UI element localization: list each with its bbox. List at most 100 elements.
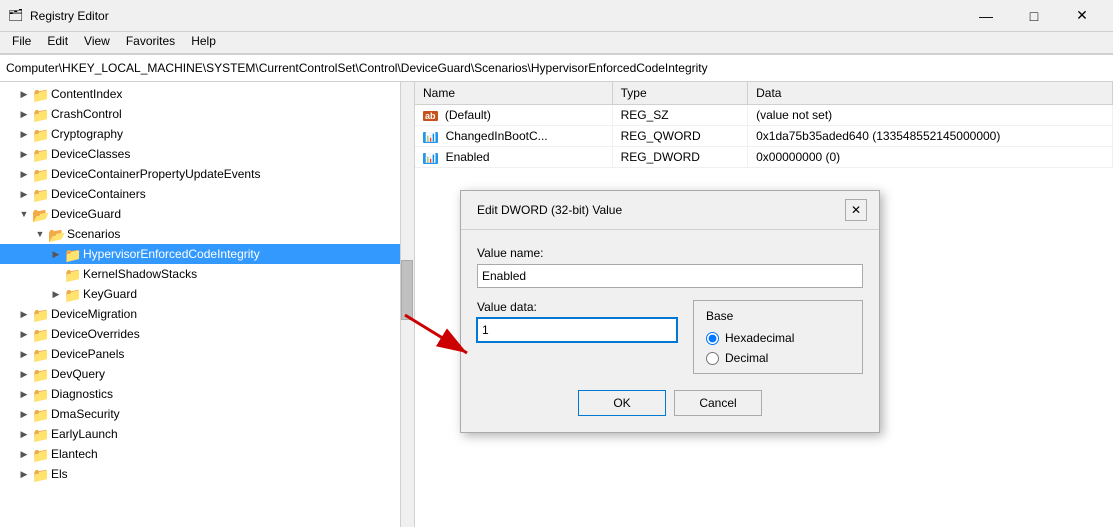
tree-label: CrashControl [51,107,122,121]
menu-file[interactable]: File [4,32,39,53]
col-header-name: Name [415,82,612,104]
tree-panel: ▶ 📁 ContentIndex ▶ 📁 CrashControl ▶ 📁 Cr… [0,82,415,527]
tree-item-deviceguard[interactable]: ▼ 📂 DeviceGuard [0,204,414,224]
table-row[interactable]: 📊 Enabled REG_DWORD 0x00000000 (0) [415,146,1113,167]
tree-label: Els [51,467,68,481]
tree-toggle: ▶ [16,126,32,142]
tree-item-devicepanels[interactable]: ▶ 📁 DevicePanels [0,344,414,364]
tree-toggle: ▶ [48,246,64,262]
row-name-changedinboot: 📊 ChangedInBootC... [415,125,612,146]
tree-item-cryptography[interactable]: ▶ 📁 Cryptography [0,124,414,144]
folder-icon: 📁 [32,427,48,441]
radio-hex-text: Hexadecimal [725,331,794,345]
tree-item-earlylaunch[interactable]: ▶ 📁 EarlyLaunch [0,424,414,444]
ok-button[interactable]: OK [578,390,666,416]
tree-item-deviceoverrides[interactable]: ▶ 📁 DeviceOverrides [0,324,414,344]
tree-label: KernelShadowStacks [83,267,197,281]
dialog-row: Value data: Base Hexadecimal Decimal [477,300,863,374]
tree-item-els[interactable]: ▶ 📁 Els [0,464,414,484]
menu-help[interactable]: Help [183,32,224,53]
radio-dec-text: Decimal [725,351,768,365]
tree-item-crashcontrol[interactable]: ▶ 📁 CrashControl [0,104,414,124]
value-name-input[interactable] [477,264,863,288]
title-bar: 🗂 Registry Editor — □ ✕ [0,0,1113,32]
tree-label: DeviceContainerPropertyUpdateEvents [51,167,260,181]
tree-label: DeviceGuard [51,207,121,221]
folder-icon: 📁 [32,367,48,381]
tree-item-diagnostics[interactable]: ▶ 📁 Diagnostics [0,384,414,404]
tree-label: DmaSecurity [51,407,120,421]
folder-icon: 📁 [32,307,48,321]
folder-icon: 📁 [32,467,48,481]
tree-toggle: ▶ [16,166,32,182]
tree-toggle: ▶ [16,466,32,482]
cancel-button[interactable]: Cancel [674,390,762,416]
tree-item-kernelshadow[interactable]: ▶ 📁 KernelShadowStacks [0,264,414,284]
table-row[interactable]: 📊 ChangedInBootC... REG_QWORD 0x1da75b35… [415,125,1113,146]
tree-toggle: ▶ [16,146,32,162]
app-icon: 🗂 [8,8,24,24]
dialog-buttons: OK Cancel [477,390,863,416]
tree-label: Elantech [51,447,98,461]
tree-toggle: ▶ [16,186,32,202]
radio-group: Hexadecimal Decimal [706,331,850,365]
edit-dword-dialog: Edit DWORD (32-bit) Value ✕ Value name: … [460,190,880,433]
tree-toggle: ▶ [16,106,32,122]
tree-item-hypervisor[interactable]: ▶ 📁 HypervisorEnforcedCodeIntegrity [0,244,414,264]
tree-item-devicecontainers[interactable]: ▶ 📁 DeviceContainers [0,184,414,204]
tree-toggle: ▶ [16,86,32,102]
window-controls: — □ ✕ [963,0,1105,32]
app-title: Registry Editor [30,9,963,23]
row-name-enabled: 📊 Enabled [415,146,612,167]
tree-toggle: ▶ [48,286,64,302]
close-button[interactable]: ✕ [1059,0,1105,32]
tree-item-devicecontainer-events[interactable]: ▶ 📁 DeviceContainerPropertyUpdateEvents [0,164,414,184]
tree-item-dmasecurity[interactable]: ▶ 📁 DmaSecurity [0,404,414,424]
tree-item-elantech[interactable]: ▶ 📁 Elantech [0,444,414,464]
value-name-label: Value name: [477,246,863,260]
folder-icon: 📁 [32,447,48,461]
radio-hex-label[interactable]: Hexadecimal [706,331,850,345]
tree-label: DeviceMigration [51,307,137,321]
tree-toggle: ▶ [16,366,32,382]
row-icon-bin2: 📊 [423,153,438,164]
maximize-button[interactable]: □ [1011,0,1057,32]
tree-label: HypervisorEnforcedCodeIntegrity [83,247,260,261]
menu-view[interactable]: View [76,32,118,53]
tree-toggle: ▶ [16,406,32,422]
dialog-close-button[interactable]: ✕ [845,199,867,221]
table-row[interactable]: ab (Default) REG_SZ (value not set) [415,104,1113,125]
radio-dec-label[interactable]: Decimal [706,351,850,365]
col-header-type: Type [612,82,747,104]
tree-item-deviceclasses[interactable]: ▶ 📁 DeviceClasses [0,144,414,164]
folder-icon: 📁 [64,287,80,301]
tree-item-devquery[interactable]: ▶ 📁 DevQuery [0,364,414,384]
folder-icon: 📁 [32,107,48,121]
menu-favorites[interactable]: Favorites [118,32,183,53]
row-icon-bin: 📊 [423,132,438,143]
minimize-button[interactable]: — [963,0,1009,32]
tree-scrollbar-thumb[interactable] [401,260,413,320]
menu-edit[interactable]: Edit [39,32,76,53]
tree-label: KeyGuard [83,287,137,301]
radio-decimal[interactable] [706,352,719,365]
tree-item-contentindex[interactable]: ▶ 📁 ContentIndex [0,84,414,104]
tree-label: ContentIndex [51,87,122,101]
folder-icon: 📂 [48,227,64,241]
row-icon-ab: ab [423,111,438,121]
col-header-data: Data [748,82,1113,104]
radio-hexadecimal[interactable] [706,332,719,345]
tree-toggle: ▶ [16,446,32,462]
folder-icon: 📁 [32,87,48,101]
tree-label: DeviceContainers [51,187,146,201]
tree-item-devicemigration[interactable]: ▶ 📁 DeviceMigration [0,304,414,324]
tree-toggle: ▶ [16,346,32,362]
tree-item-scenarios[interactable]: ▼ 📂 Scenarios [0,224,414,244]
folder-icon: 📁 [32,127,48,141]
tree-item-keyguard[interactable]: ▶ 📁 KeyGuard [0,284,414,304]
tree-label: DeviceClasses [51,147,130,161]
tree-scrollbar[interactable] [400,82,414,527]
value-data-input[interactable] [477,318,677,342]
dialog-left: Value data: [477,300,677,342]
base-label: Base [706,309,850,323]
